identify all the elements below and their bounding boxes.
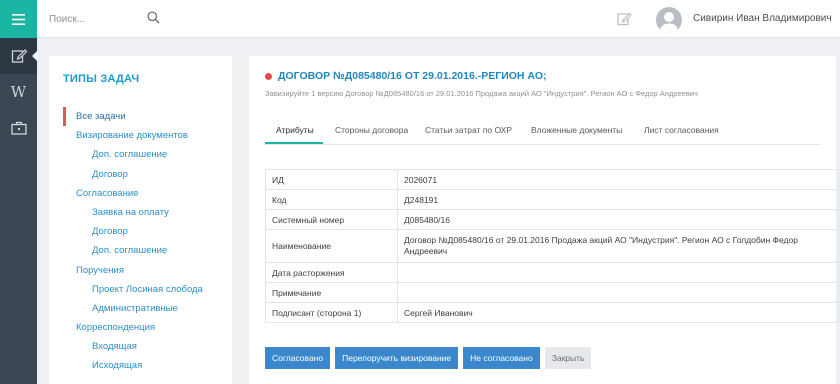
attribute-key: Дата расторжения xyxy=(265,262,398,283)
table-row: Код Д248191 xyxy=(265,189,839,210)
table-row: Наименование Договор №Д085480/16 от 29.0… xyxy=(265,229,839,263)
tab-attachments[interactable]: Вложенные документы xyxy=(531,125,622,135)
nav-rail: W xyxy=(0,0,38,384)
tab-contract-parties[interactable]: Стороны договора xyxy=(335,125,408,135)
tree-item[interactable]: Исходящая xyxy=(63,356,233,375)
attributes-table: ИД 2026071 Код Д248191 Системный номер Д… xyxy=(265,169,839,323)
close-button[interactable]: Закрыть xyxy=(544,347,592,369)
attribute-value: 2026071 xyxy=(397,169,839,190)
top-bar: Сивирин Иван Владимирович xyxy=(37,0,840,38)
tree-item-assignments[interactable]: Поручения xyxy=(63,261,233,280)
tab-attributes[interactable]: Атрибуты xyxy=(276,125,314,135)
table-row: ИД 2026071 xyxy=(265,169,839,190)
user-name[interactable]: Сивирин Иван Владимирович xyxy=(693,13,832,24)
tree-item[interactable]: Заявка на оплату xyxy=(63,203,233,222)
menu-button[interactable] xyxy=(0,0,37,38)
nav-tasks[interactable] xyxy=(0,38,38,74)
tab-cost-items[interactable]: Статьи затрат по ОХР xyxy=(425,125,512,135)
user-avatar-icon xyxy=(659,12,679,33)
tree-item[interactable]: Доп. соглашение xyxy=(63,241,233,260)
nav-wiki[interactable]: W xyxy=(0,74,37,110)
approve-button[interactable]: Согласовано xyxy=(265,347,331,369)
attribute-value: Д085480/16 xyxy=(397,209,839,230)
attribute-value: Сергей Иванович xyxy=(397,302,839,323)
attribute-value: Д248191 xyxy=(397,189,839,210)
attribute-key: Код xyxy=(265,189,398,210)
tab-approval-sheet[interactable]: Лист согласования xyxy=(644,125,719,135)
reject-button[interactable]: Не согласовано xyxy=(463,347,540,369)
tree-item[interactable]: Доп. соглашение xyxy=(63,145,233,164)
reassign-approval-button[interactable]: Перепоручить визирование xyxy=(335,347,459,369)
attribute-key: Примечание xyxy=(265,282,398,303)
attribute-key: ИД xyxy=(265,169,398,190)
document-panel: ДОГОВОР №Д085480/16 ОТ 29.01.2016.-РЕГИО… xyxy=(249,56,839,384)
nav-portfolio[interactable] xyxy=(0,110,37,146)
tree-item-all-tasks[interactable]: Все задачи xyxy=(63,107,233,127)
status-dot xyxy=(265,72,272,80)
attribute-key: Системный номер xyxy=(265,209,398,230)
table-row: Подписант (сторона 1) Сергей Иванович xyxy=(265,302,839,323)
attribute-key: Наименование xyxy=(265,229,398,263)
tree-item[interactable]: Административные xyxy=(63,299,233,318)
tree-item[interactable]: Проект Лосиная слобода xyxy=(63,280,233,299)
attribute-value xyxy=(397,262,839,283)
briefcase-icon xyxy=(10,121,27,135)
document-title: ДОГОВОР №Д085480/16 ОТ 29.01.2016.-РЕГИО… xyxy=(278,70,547,82)
search-icon[interactable] xyxy=(147,11,160,24)
panel-title: ТИПЫ ЗАДАЧ xyxy=(63,73,140,85)
compose-icon[interactable] xyxy=(617,11,632,26)
table-row: Системный номер Д085480/16 xyxy=(265,209,839,230)
search-input[interactable] xyxy=(49,10,159,28)
wiki-icon: W xyxy=(10,83,27,101)
tree-item-correspondence[interactable]: Корреспонденция xyxy=(63,318,233,337)
task-type-tree: Все задачи Визирование документов Доп. с… xyxy=(63,107,233,376)
table-row: Примечание xyxy=(265,282,839,303)
tree-item-approval-docs[interactable]: Визирование документов xyxy=(63,126,233,145)
tree-item[interactable]: Входящая xyxy=(63,337,233,356)
attribute-value: Договор №Д085480/16 от 29.01.2016 Продаж… xyxy=(397,229,839,263)
attribute-key: Подписант (сторона 1) xyxy=(265,302,398,323)
tree-item[interactable]: Договор xyxy=(63,165,233,184)
table-row: Дата расторжения xyxy=(265,262,839,283)
document-header: ДОГОВОР №Д085480/16 ОТ 29.01.2016.-РЕГИО… xyxy=(265,70,547,82)
active-tab-indicator xyxy=(265,142,323,144)
document-tabs: Атрибуты Стороны договора Статьи затрат … xyxy=(265,119,820,145)
edit-icon xyxy=(11,49,27,63)
document-subtitle: Завизируйте 1 версию Договор №Д085480/16… xyxy=(265,89,698,98)
tree-item-agreement[interactable]: Согласование xyxy=(63,184,233,203)
menu-icon xyxy=(12,13,25,25)
tree-item[interactable]: Договор xyxy=(63,222,233,241)
avatar[interactable] xyxy=(656,7,682,33)
task-types-panel: ТИПЫ ЗАДАЧ Все задачи Визирование докуме… xyxy=(49,56,232,384)
attribute-value xyxy=(397,282,839,303)
action-bar: Согласовано Перепоручить визирование Не … xyxy=(265,347,592,369)
